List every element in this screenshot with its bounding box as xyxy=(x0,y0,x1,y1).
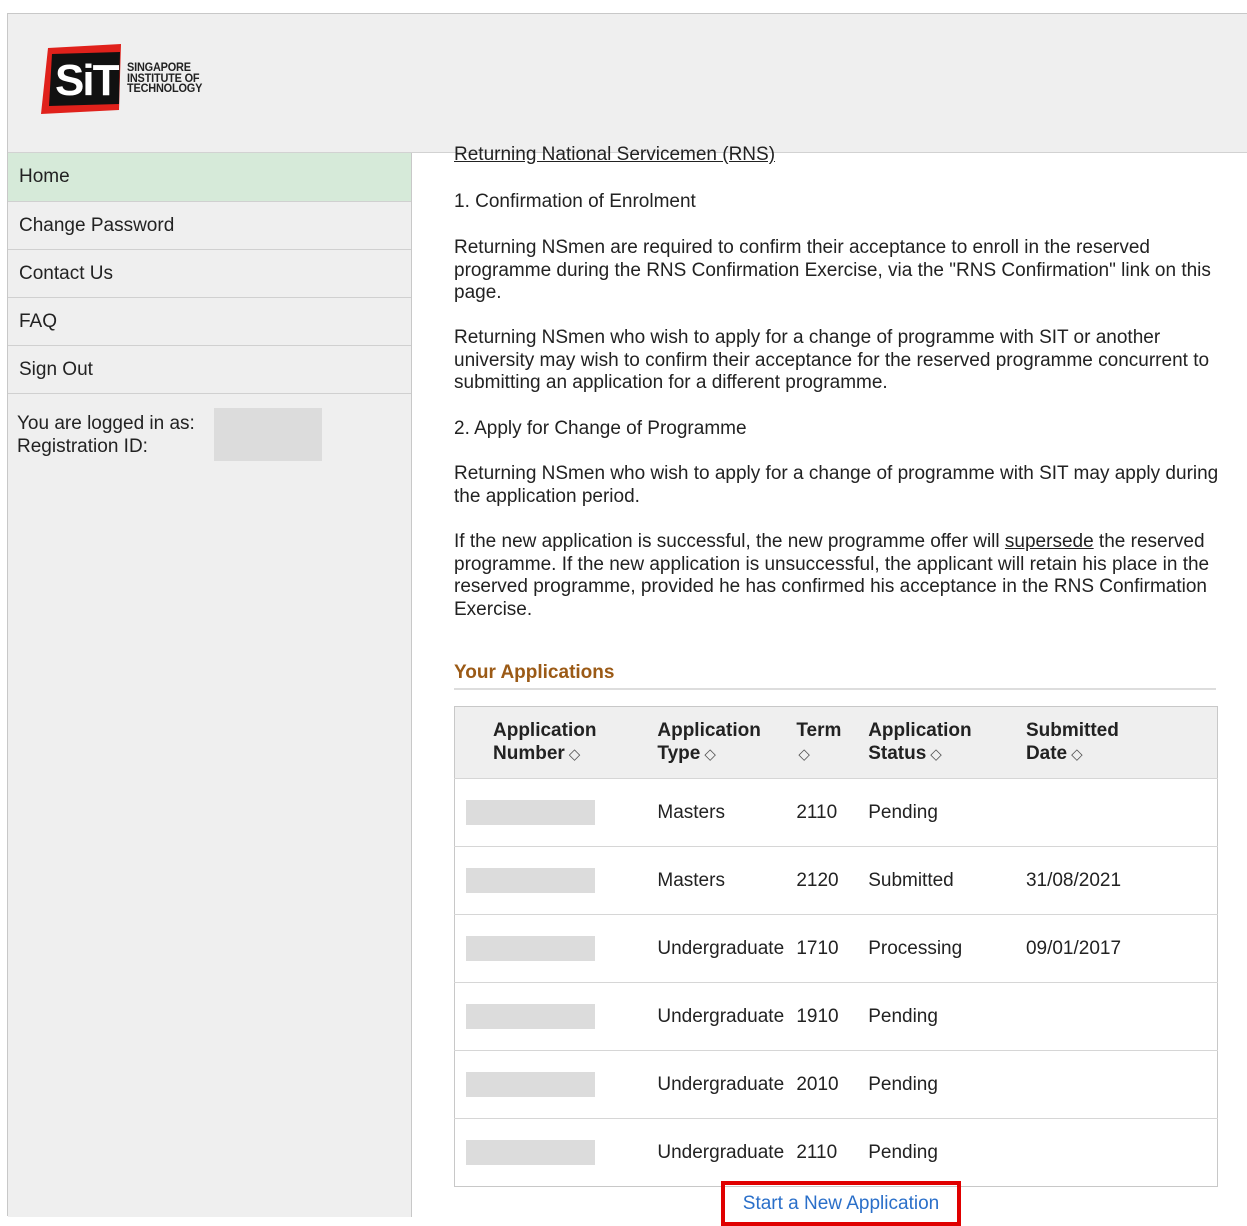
status-cell: Submitted xyxy=(866,846,1026,915)
sort-icon[interactable]: ◇ xyxy=(569,743,581,766)
status-cell: Processing xyxy=(866,914,1026,983)
table-row[interactable]: Undergraduate 1910 Pending xyxy=(454,982,1218,1051)
table-row[interactable]: Masters 2120 Submitted 31/08/2021 xyxy=(454,846,1218,915)
applications-table: Application Number ◇ Application Type ◇ Te… xyxy=(454,706,1218,1187)
column-header-term[interactable]: Term ◇ xyxy=(792,707,866,779)
table-header-row: Application Number ◇ Application Type ◇ Te… xyxy=(454,706,1218,779)
sort-icon[interactable]: ◇ xyxy=(1071,743,1083,766)
paragraph: Returning NSmen are required to confirm … xyxy=(454,237,1211,303)
status-cell: Pending xyxy=(866,982,1026,1051)
sidebar-item-label: Contact Us xyxy=(19,262,113,284)
logo-wordmark: SINGAPORE INSTITUTE OF TECHNOLOGY xyxy=(127,63,202,95)
column-header-submitted-date[interactable]: Submitted Date ◇ xyxy=(1026,707,1218,779)
application-number-cell[interactable] xyxy=(454,778,620,847)
column-header-application-status[interactable]: Application Status ◇ xyxy=(866,707,1026,779)
sort-icon[interactable]: ◇ xyxy=(704,743,716,766)
sort-icon[interactable]: ◇ xyxy=(798,743,810,766)
status-cell: Pending xyxy=(866,778,1026,847)
submitted-date-cell xyxy=(1025,1050,1218,1119)
status-cell: Pending xyxy=(866,1118,1026,1187)
start-new-application-link[interactable]: Start a New Application xyxy=(721,1181,961,1226)
redacted-application-number xyxy=(466,800,595,825)
term-cell: 1710 xyxy=(792,914,867,983)
logo-line: SINGAPORE xyxy=(127,62,191,74)
column-header-application-number[interactable]: Application Number ◇ xyxy=(455,707,620,779)
redacted-application-number xyxy=(466,1004,595,1029)
sidebar-item-label: Change Password xyxy=(19,214,175,236)
redacted-application-number xyxy=(466,1140,595,1165)
application-number-cell[interactable] xyxy=(454,982,620,1051)
login-info: You are logged in as: Registration ID: xyxy=(8,394,411,461)
submitted-date-cell: 31/08/2021 xyxy=(1025,846,1218,915)
submitted-date-cell xyxy=(1025,1118,1218,1187)
your-applications-heading: Your Applications xyxy=(454,662,1216,690)
logo-mark: SiT xyxy=(55,56,120,105)
paragraph-text: If the new application is successful, th… xyxy=(454,531,1005,552)
redacted-application-number xyxy=(466,1072,595,1097)
section-confirmation-title: 1. Confirmation of Enrolment xyxy=(454,191,696,212)
sidebar-item-label: Sign Out xyxy=(19,358,93,380)
term-cell: 2110 xyxy=(792,1118,867,1187)
sidebar-item-contact-us[interactable]: Contact Us xyxy=(8,250,411,298)
sidebar-item-faq[interactable]: FAQ xyxy=(8,298,411,346)
column-header-application-type[interactable]: Application Type ◇ xyxy=(619,707,792,779)
sidebar-item-sign-out[interactable]: Sign Out xyxy=(8,346,411,394)
sidebar-item-label: Home xyxy=(19,166,70,187)
application-number-cell[interactable] xyxy=(454,914,620,983)
application-type-cell: Undergraduate xyxy=(619,1118,793,1187)
term-cell: 2010 xyxy=(792,1050,867,1119)
submitted-date-cell xyxy=(1025,778,1218,847)
section-change-programme-title: 2. Apply for Change of Programme xyxy=(454,418,747,439)
sidebar-item-label: FAQ xyxy=(19,310,58,332)
table-row[interactable]: Undergraduate 1710 Processing 09/01/2017 xyxy=(454,914,1218,983)
application-type-cell: Undergraduate xyxy=(619,982,793,1051)
sidebar-item-home[interactable]: Home xyxy=(8,153,411,202)
header: SiT SINGAPORE INSTITUTE OF TECHNOLOGY xyxy=(8,14,1247,153)
redacted-user-info xyxy=(214,408,322,461)
table-row[interactable]: Masters 2110 Pending xyxy=(454,778,1218,847)
term-cell: 1910 xyxy=(792,982,867,1051)
table-row[interactable]: Undergraduate 2110 Pending xyxy=(454,1118,1218,1187)
sidebar: Home Change Password Contact Us FAQ Sign… xyxy=(8,153,412,1217)
table-row[interactable]: Undergraduate 2010 Pending xyxy=(454,1050,1218,1119)
sidebar-item-change-password[interactable]: Change Password xyxy=(8,202,411,250)
term-cell: 2120 xyxy=(792,846,867,915)
term-cell: 2110 xyxy=(792,778,867,847)
application-number-cell[interactable] xyxy=(454,1118,620,1187)
paragraph: Returning NSmen who wish to apply for a … xyxy=(454,327,1210,393)
application-number-cell[interactable] xyxy=(454,1050,620,1119)
paragraph: Returning NSmen who wish to apply for a … xyxy=(454,463,1219,507)
submitted-date-cell xyxy=(1025,982,1218,1051)
supersede-term: supersede xyxy=(1004,531,1094,552)
application-type-cell: Undergraduate xyxy=(619,914,793,983)
application-type-cell: Undergraduate xyxy=(619,1050,793,1119)
page-frame: SiT SINGAPORE INSTITUTE OF TECHNOLOGY Ho… xyxy=(7,13,1247,1226)
application-type-cell: Masters xyxy=(619,846,793,915)
status-cell: Pending xyxy=(866,1050,1026,1119)
logo-line: TECHNOLOGY xyxy=(127,83,203,95)
rns-link[interactable]: Returning National Servicemen (RNS) xyxy=(454,144,775,166)
redacted-application-number xyxy=(466,936,595,961)
application-type-cell: Masters xyxy=(619,778,793,847)
paragraph: If the new application is successful, th… xyxy=(454,531,1224,621)
sort-icon[interactable]: ◇ xyxy=(930,743,942,766)
redacted-application-number xyxy=(466,868,595,893)
submitted-date-cell: 09/01/2017 xyxy=(1025,914,1218,983)
application-number-cell[interactable] xyxy=(454,846,620,915)
